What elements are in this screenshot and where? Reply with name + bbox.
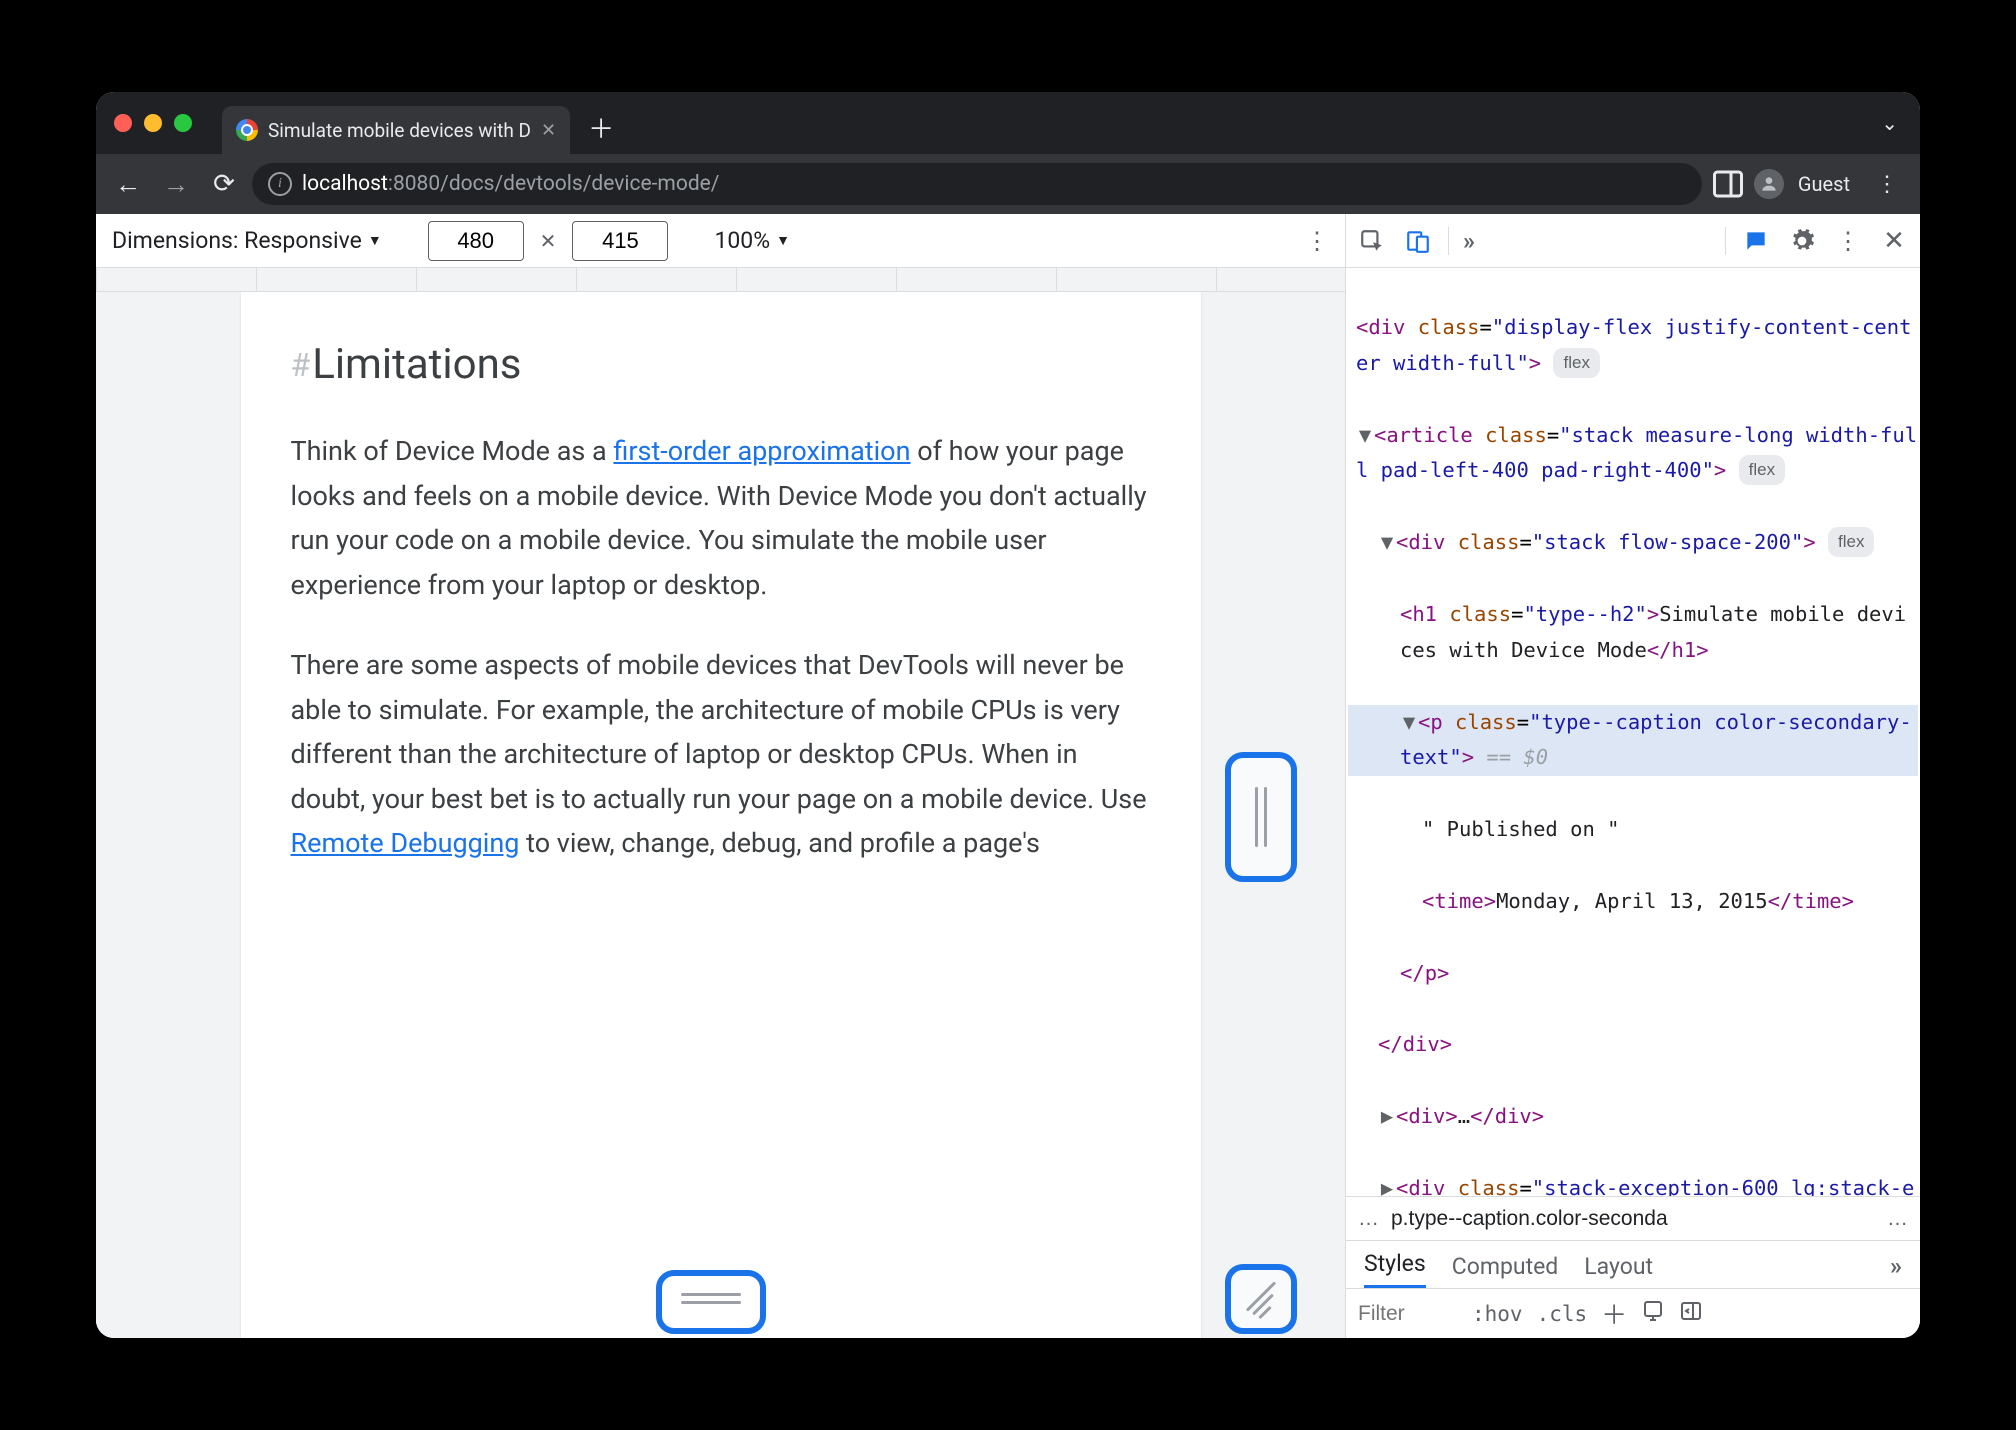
new-style-rule-icon[interactable]: ＋ [1601,1295,1627,1332]
heading-text: Limitations [312,340,521,389]
crumb-selected[interactable]: p.type--caption.color-seconda [1391,1207,1668,1231]
dropdown-icon: ▼ [368,232,382,249]
hash-icon: # [291,346,311,384]
profile-avatar[interactable] [1754,169,1784,199]
crumb-overflow-left[interactable]: … [1358,1207,1379,1231]
titlebar: Simulate mobile devices with D ✕ ＋ ⌄ [96,92,1920,154]
zoom-select[interactable]: 100% ▼ [714,227,789,254]
chrome-icon [236,119,258,141]
zoom-label: 100% [714,227,770,254]
url-path: /docs/devtools/device-mode/ [440,172,719,196]
site-info-icon[interactable]: i [268,172,292,196]
new-tab-button[interactable]: ＋ [586,109,616,146]
settings-icon[interactable] [1786,225,1818,257]
viewport-area: #Limitations Think of Device Mode as a f… [96,292,1345,1338]
panels-overflow-icon[interactable]: » [1463,227,1475,255]
device-styles-icon[interactable] [1641,1299,1665,1329]
device-mode-pane: Dimensions: Responsive ▼ ✕ 100% ▼ ⋮ #Lim… [96,214,1346,1338]
device-toggle-icon[interactable] [1402,225,1434,257]
dimensions-label: Dimensions: Responsive [112,227,362,254]
tab-styles[interactable]: Styles [1364,1250,1426,1288]
close-devtools-icon[interactable]: ✕ [1878,225,1910,257]
close-window-button[interactable] [114,114,132,132]
devtools-toolbar: » ⋮ ✕ [1346,214,1920,268]
maximize-window-button[interactable] [174,114,192,132]
browser-tab[interactable]: Simulate mobile devices with D ✕ [222,106,570,154]
page-heading: #Limitations [291,340,1151,389]
dropdown-icon: ▼ [776,232,790,249]
browser-menu-icon[interactable]: ⋮ [1876,172,1898,197]
paragraph: Think of Device Mode as a first-order ap… [291,429,1151,607]
first-order-link[interactable]: first-order approximation [613,435,910,467]
browser-window: Simulate mobile devices with D ✕ ＋ ⌄ ← →… [96,92,1920,1338]
issues-icon[interactable] [1740,225,1772,257]
styles-filter-bar: :hov .cls ＋ [1346,1288,1920,1338]
window-controls [114,114,192,132]
ruler[interactable] [96,268,1345,292]
styles-tabs: Styles Computed Layout » [1346,1240,1920,1288]
minimize-window-button[interactable] [144,114,162,132]
page-body: Think of Device Mode as a first-order ap… [291,429,1151,866]
height-input[interactable] [572,221,668,261]
url-host: localhost [302,172,388,196]
forward-button[interactable]: → [156,164,196,204]
devtools-menu-icon[interactable]: ⋮ [1832,225,1864,257]
remote-debugging-link[interactable]: Remote Debugging [291,827,520,859]
toggle-sidebar-icon[interactable] [1679,1299,1703,1329]
tab-search-icon[interactable]: ⌄ [1881,111,1898,135]
browser-toolbar: ← → ⟳ i localhost:8080/docs/devtools/dev… [96,154,1920,214]
simulated-viewport[interactable]: #Limitations Think of Device Mode as a f… [241,292,1201,1338]
styles-overflow-icon[interactable]: » [1890,1252,1902,1288]
resize-handle-corner[interactable] [1225,1264,1297,1334]
tab-layout[interactable]: Layout [1584,1253,1653,1288]
resize-handle-bottom[interactable] [656,1270,766,1334]
elements-tree[interactable]: <div class="display-flex justify-content… [1346,268,1920,1196]
cls-toggle[interactable]: .cls [1537,1302,1588,1326]
close-tab-icon[interactable]: ✕ [541,120,556,141]
hov-toggle[interactable]: :hov [1472,1302,1523,1326]
resize-handle-right[interactable] [1225,752,1297,882]
times-icon: ✕ [540,229,557,253]
address-bar[interactable]: i localhost:8080/docs/devtools/device-mo… [252,163,1702,205]
devtools-pane: » ⋮ ✕ <div class="display-flex justify-c… [1346,214,1920,1338]
crumb-overflow-right[interactable]: … [1887,1207,1908,1231]
device-more-icon[interactable]: ⋮ [1305,227,1329,255]
breadcrumbs[interactable]: … p.type--caption.color-seconda … [1346,1196,1920,1240]
side-panel-icon[interactable] [1710,166,1746,202]
dimensions-select[interactable]: Dimensions: Responsive ▼ [112,227,382,254]
content-area: Dimensions: Responsive ▼ ✕ 100% ▼ ⋮ #Lim… [96,214,1920,1338]
device-toolbar: Dimensions: Responsive ▼ ✕ 100% ▼ ⋮ [96,214,1345,268]
width-input[interactable] [428,221,524,261]
tab-title: Simulate mobile devices with D [268,119,531,142]
reload-button[interactable]: ⟳ [204,164,244,204]
back-button[interactable]: ← [108,164,148,204]
inspect-element-icon[interactable] [1356,225,1388,257]
url-port: :8080 [388,172,440,196]
tab-computed[interactable]: Computed [1452,1253,1559,1288]
paragraph: There are some aspects of mobile devices… [291,643,1151,866]
profile-label[interactable]: Guest [1798,172,1850,196]
styles-filter-input[interactable] [1358,1302,1458,1326]
